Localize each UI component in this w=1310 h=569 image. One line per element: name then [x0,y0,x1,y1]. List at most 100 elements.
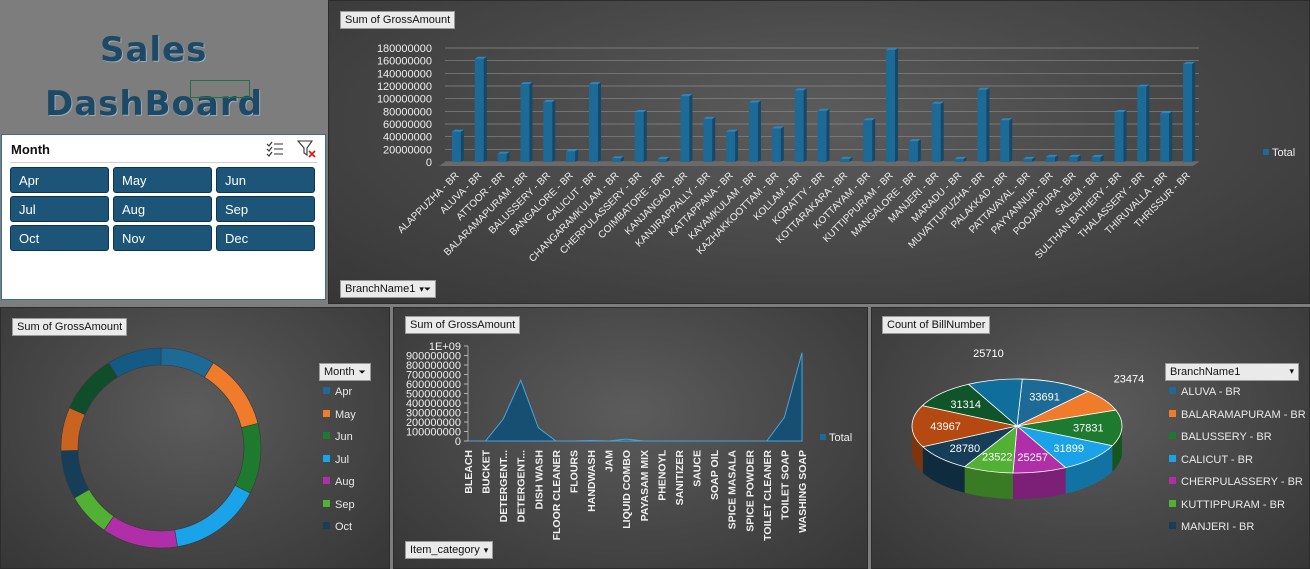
month-button-dec[interactable]: Dec [216,225,315,251]
bar[interactable] [1114,109,1127,162]
legend-label: Jun [335,431,353,443]
pie-legend-item[interactable]: BALARAMAPURAM - BR [1169,409,1306,421]
bar[interactable] [657,156,670,162]
month-button-oct[interactable]: Oct [10,225,109,251]
bar[interactable] [977,87,990,162]
month-button-may[interactable]: May [113,167,212,193]
doughnut-segment[interactable] [204,362,259,428]
doughnut-legend-item[interactable]: Jun [323,431,353,443]
bar[interactable] [1045,154,1058,162]
pie-legend-item[interactable]: CALICUT - BR [1169,454,1253,466]
bar-side [1146,84,1150,162]
multi-select-icon[interactable] [266,141,284,157]
month-button-jun[interactable]: Jun [216,167,315,193]
pie-legend-item[interactable]: MANJERI - BR [1169,521,1254,533]
bar-side [735,129,739,162]
doughnut-segment[interactable] [103,515,178,549]
bar[interactable] [1091,154,1104,162]
pie-data-label: 25710 [973,348,1004,360]
bar-axis-field-button[interactable]: BranchName1 ▾⏷ [340,280,437,298]
month-button-aug[interactable]: Aug [113,196,212,222]
bar-side [895,47,899,162]
bar[interactable] [611,156,624,162]
area-category-label: BLEACH [463,450,475,494]
doughnut-segment[interactable] [60,449,90,499]
dropdown-icon: ▾ [483,545,489,555]
pie-legend-field-button[interactable]: BranchName1 ▾ [1165,363,1299,381]
bar-side [940,101,944,162]
bar[interactable] [886,47,899,162]
bar[interactable] [954,156,967,162]
doughnut-legend-item[interactable]: Apr [323,386,352,398]
doughnut-legend-item[interactable]: Aug [323,476,355,488]
selected-cell[interactable] [190,80,250,98]
bar[interactable] [520,82,533,162]
bar[interactable] [497,151,510,162]
bar[interactable] [771,126,784,162]
bar[interactable] [589,82,602,162]
bar[interactable] [817,108,830,162]
bar[interactable] [1183,61,1196,163]
bar[interactable] [451,129,464,162]
area-axis-field-button[interactable]: Item_category ▾ [405,541,494,559]
bar[interactable] [794,88,807,162]
doughnut-segment[interactable] [69,362,118,416]
bar[interactable] [840,156,853,162]
doughnut-legend-item[interactable]: Jul [323,454,349,466]
doughnut-segment[interactable] [60,407,86,452]
doughnut-legend-field-label: Month [324,366,355,378]
bar[interactable] [543,99,556,162]
bar[interactable] [474,56,487,163]
bar-front [543,101,553,162]
doughnut-segment[interactable] [73,489,115,531]
bar[interactable] [863,118,876,162]
bar-chart: 0200000004000000060000000800000001000000… [377,43,1295,265]
doughnut-legend-item[interactable]: Oct [323,521,352,533]
month-button-sep[interactable]: Sep [216,196,315,222]
area-category-label: BUCKET [481,449,493,493]
bar-side [689,94,693,162]
month-button-jul[interactable]: Jul [10,196,109,222]
bar[interactable] [1000,118,1013,162]
doughnut-segment[interactable] [174,485,251,547]
pie-legend-item[interactable]: ALUVA - BR [1169,386,1241,398]
area-series[interactable] [468,352,803,442]
clear-filter-icon[interactable] [296,140,317,158]
bar[interactable] [1160,111,1173,162]
bar[interactable] [680,94,693,162]
bar[interactable] [1137,84,1150,162]
doughnut-segment[interactable] [160,347,214,378]
bar[interactable] [1068,154,1081,162]
legend-label: Apr [335,386,353,398]
bar[interactable] [726,129,739,162]
doughnut-legend-item[interactable]: May [323,409,356,421]
area-legend-label: Total [829,432,852,444]
area-category-label: SAUCE [692,450,704,487]
bar-ytick-label: 80000000 [383,106,432,118]
pie-legend-item[interactable]: KUTTIPPURAM - BR [1169,499,1285,511]
bar[interactable] [1023,156,1036,162]
pie-legend-item[interactable]: BALUSSERY - BR [1169,431,1272,443]
bar-front [611,158,621,162]
doughnut-chart-panel: Sum of GrossAmount Month ⏷ Apr May Jun Jul Au… [0,307,390,569]
month-button-apr[interactable]: Apr [10,167,109,193]
bar[interactable] [748,100,761,162]
doughnut-segment[interactable] [108,347,162,378]
legend-label: BALUSSERY - BR [1181,431,1272,443]
doughnut-legend-item[interactable]: Sep [323,499,355,511]
doughnut-segment[interactable] [234,423,262,494]
bar-side [460,129,464,162]
month-button-nov[interactable]: Nov [113,225,212,251]
bar-ytick-label: 180000000 [377,43,432,55]
bar-front [931,103,941,162]
bar[interactable] [634,109,647,162]
pie-legend-item[interactable]: CHERPULASSERY - BR [1169,476,1303,488]
bar[interactable] [908,139,921,162]
area-category-label: SANITIZER [674,450,686,506]
bar-side [483,56,487,163]
bar[interactable] [931,101,944,162]
doughnut-legend-field-button[interactable]: Month ⏷ [319,363,371,381]
bar[interactable] [703,116,716,162]
bar-ytick-label: 40000000 [383,132,432,144]
bar[interactable] [566,149,579,162]
